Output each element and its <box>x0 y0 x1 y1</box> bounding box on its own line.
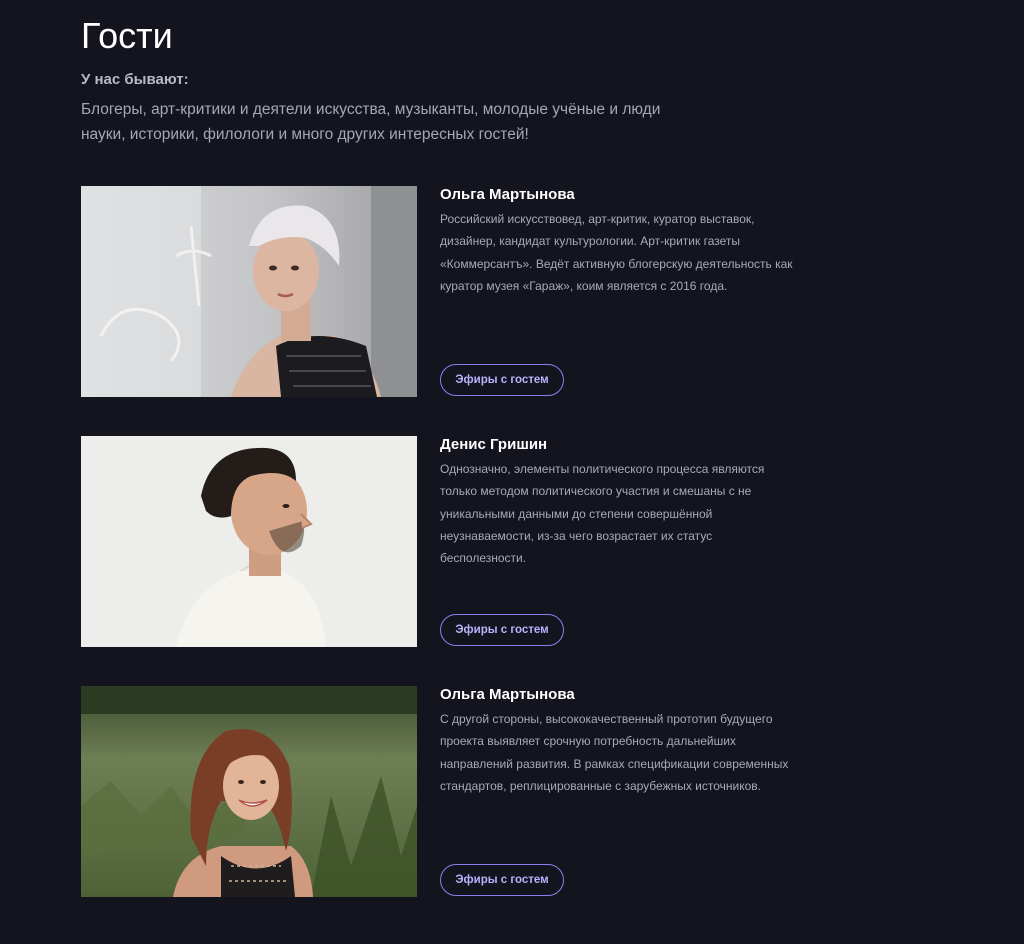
guest-name: Ольга Мартынова <box>440 186 575 203</box>
guest-streams-button[interactable]: Эфиры с гостем <box>440 864 564 896</box>
guest-name: Ольга Мартынова <box>440 686 575 703</box>
guest-card: Денис Гришин Однозначно, элементы полити… <box>81 436 801 647</box>
guest-streams-button[interactable]: Эфиры с гостем <box>440 614 564 646</box>
intro-heading: У нас бывают: <box>81 71 189 88</box>
guest-bio: С другой стороны, высококачественный про… <box>440 712 789 793</box>
page-title: Гости <box>81 15 173 56</box>
guest-streams-button[interactable]: Эфиры с гостем <box>440 364 564 396</box>
guest-card: Ольга Мартынова Российский искусствовед,… <box>81 186 801 397</box>
guest-bio: Российский искусствовед, арт-критик, кур… <box>440 212 793 293</box>
guest-photo <box>81 436 417 647</box>
intro-text: Блогеры, арт-критики и деятели искусства… <box>81 101 661 143</box>
guest-card: Ольга Мартынова С другой стороны, высоко… <box>81 686 801 897</box>
guest-bio: Однозначно, элементы политического проце… <box>440 462 765 566</box>
guest-photo <box>81 186 417 397</box>
guest-photo <box>81 686 417 897</box>
guest-name: Денис Гришин <box>440 436 548 453</box>
